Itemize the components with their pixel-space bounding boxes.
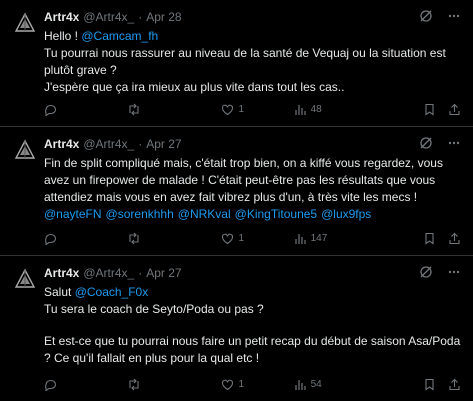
text-line: Tu pourrai nous rassurer au niveau de la… (44, 46, 446, 77)
heart-icon (222, 104, 234, 116)
mention-list: @nayteFN @sorenkhhh @NRKval @KingTitoune5 @l… (44, 206, 461, 223)
bookmark-icon[interactable] (423, 378, 436, 391)
mention-link[interactable]: @lux9fps (321, 207, 371, 221)
tweet[interactable]: Artr4x @Artr4x_ · Apr 28 Hello ! @Camcam… (0, 0, 473, 127)
heart-icon (222, 379, 234, 391)
author-handle[interactable]: @Artr4x_ (83, 137, 134, 151)
tweet[interactable]: Artr4x @Artr4x_ · Apr 27 Fin de split co… (0, 127, 473, 256)
avatar[interactable] (14, 139, 36, 161)
action-bar: 1 54 (44, 378, 461, 391)
author-name[interactable]: Artr4x (44, 266, 79, 280)
view-count: 54 (310, 379, 322, 390)
view-count: 147 (310, 233, 328, 244)
like-button[interactable]: 1 (221, 232, 293, 245)
retweet-button[interactable] (127, 103, 221, 116)
reply-icon (45, 104, 57, 116)
mention-link[interactable]: @Coach_F0x (75, 285, 149, 299)
views-button[interactable]: 147 (294, 232, 423, 245)
text-line: J'espère que ça ira mieux au plus vite d… (44, 80, 345, 94)
avatar[interactable] (14, 12, 36, 34)
tweet[interactable]: Artr4x @Artr4x_ · Apr 27 Salut @Coach_F0… (0, 256, 473, 401)
more-icon[interactable] (447, 9, 461, 23)
action-bar: 1 147 (44, 232, 461, 245)
share-icon[interactable] (448, 103, 461, 116)
like-count: 1 (238, 104, 245, 115)
author-handle[interactable]: @Artr4x_ (83, 266, 134, 280)
like-button[interactable]: 1 (221, 378, 293, 391)
author-name[interactable]: Artr4x (44, 10, 79, 24)
heart-icon (222, 233, 234, 245)
bookmark-icon[interactable] (423, 103, 436, 116)
grok-icon[interactable] (419, 265, 433, 279)
retweet-button[interactable] (127, 378, 221, 391)
views-button[interactable]: 48 (294, 103, 423, 116)
tweet-text: Hello ! @Camcam_fh Tu pourrai nous rassu… (44, 28, 461, 96)
text-line: Tu sera le coach de Seyto/Poda ou pas ? (44, 302, 264, 316)
views-button[interactable]: 54 (294, 378, 423, 391)
wolf-logo-icon (14, 268, 36, 288)
tweet-date[interactable]: Apr 27 (146, 266, 181, 280)
text-prefix: Hello ! (44, 29, 82, 43)
tweet-text: Fin de split compliqué mais, c'était tro… (44, 155, 461, 223)
like-count: 1 (238, 233, 245, 244)
views-icon (294, 380, 306, 390)
reply-button[interactable] (44, 232, 127, 245)
action-bar: 1 48 (44, 103, 461, 116)
retweet-icon (129, 378, 139, 391)
reply-button[interactable] (44, 103, 127, 116)
separator: · (138, 137, 143, 151)
grok-icon[interactable] (419, 136, 433, 150)
more-icon[interactable] (447, 136, 461, 150)
tweet-date[interactable]: Apr 27 (146, 137, 181, 151)
wolf-logo-icon (14, 139, 36, 159)
mention-link[interactable]: @Camcam_fh (81, 29, 158, 43)
text-prefix: Salut (44, 285, 75, 299)
separator: · (138, 266, 143, 280)
like-button[interactable]: 1 (221, 103, 293, 116)
reply-button[interactable] (44, 378, 127, 391)
mention-link[interactable]: @nayteFN (44, 207, 102, 221)
avatar[interactable] (14, 268, 36, 290)
share-icon[interactable] (448, 232, 461, 245)
view-count: 48 (310, 104, 322, 115)
more-icon[interactable] (447, 265, 461, 279)
text-line: Et est-ce que tu pourrai nous faire un p… (44, 334, 461, 365)
retweet-button[interactable] (127, 232, 221, 245)
author-name[interactable]: Artr4x (44, 137, 79, 151)
separator: · (138, 10, 143, 24)
tweet-text: Salut @Coach_F0x Tu sera le coach de Sey… (44, 284, 461, 367)
author-handle[interactable]: @Artr4x_ (83, 10, 134, 24)
retweet-icon (129, 232, 139, 245)
grok-icon[interactable] (419, 9, 433, 23)
retweet-icon (129, 103, 139, 116)
reply-icon (45, 233, 57, 245)
bookmark-icon[interactable] (423, 232, 436, 245)
like-count: 1 (238, 379, 245, 390)
share-icon[interactable] (448, 378, 461, 391)
mention-link[interactable]: @NRKval (178, 207, 231, 221)
reply-icon (45, 379, 57, 391)
text-line: Fin de split compliqué mais, c'était tro… (44, 156, 443, 204)
tweet-date[interactable]: Apr 28 (146, 10, 181, 24)
views-icon (294, 234, 306, 244)
views-icon (294, 105, 306, 115)
mention-link[interactable]: @sorenkhhh (106, 207, 174, 221)
wolf-logo-icon (14, 12, 36, 32)
mention-link[interactable]: @KingTitoune5 (235, 207, 317, 221)
